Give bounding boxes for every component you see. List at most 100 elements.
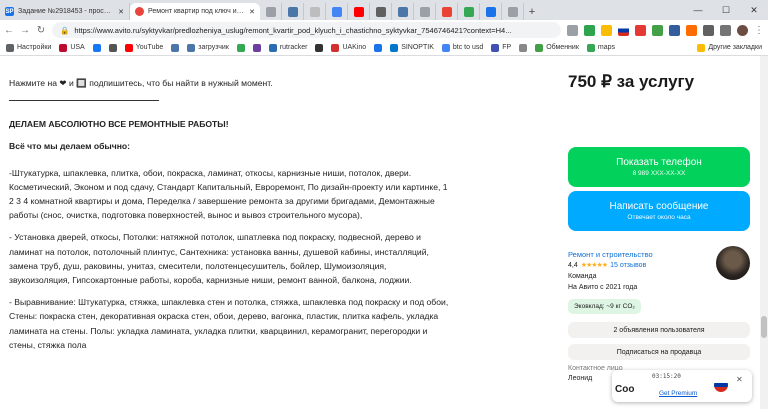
forward-icon[interactable]: →: [20, 25, 30, 36]
bookmark-exchange[interactable]: Обменник: [535, 43, 579, 52]
menu-icon[interactable]: ⋮: [754, 25, 764, 36]
tab-mini[interactable]: [370, 3, 392, 20]
close-tab-icon[interactable]: ✕: [249, 8, 255, 16]
show-phone-button[interactable]: Показать телефон 8 989 XXX-XX-XX: [568, 147, 750, 187]
bookmark-facebook[interactable]: [92, 43, 101, 52]
tab-mini[interactable]: [480, 3, 502, 20]
extension-icon[interactable]: [601, 24, 612, 36]
write-message-button[interactable]: Написать сообщение Отвечает около часа: [568, 191, 750, 231]
price: 750 ₽ за услугу: [568, 72, 695, 91]
puzzle-icon[interactable]: [720, 24, 731, 36]
bookmark-icon: [519, 43, 528, 52]
tab-avito[interactable]: Ремонт квартир под ключ и части ✕: [130, 3, 260, 20]
rutracker-icon: [268, 43, 277, 52]
bookmark-sinoptik[interactable]: SINOPTIK: [390, 43, 434, 52]
description-subheading: Всё что мы делаем обычно:: [9, 141, 131, 152]
bookmark-unnamed[interactable]: [252, 43, 261, 52]
lock-icon: 🔒: [60, 25, 70, 35]
bookmark-vk[interactable]: [171, 43, 180, 52]
avito-favicon-icon: [135, 7, 144, 16]
scrollbar[interactable]: [760, 56, 768, 409]
uakino-icon: [331, 43, 340, 52]
weather-icon: [390, 43, 399, 52]
back-icon[interactable]: ←: [4, 25, 14, 36]
other-bookmarks[interactable]: Другие закладки: [697, 43, 762, 52]
maps-icon: [586, 43, 595, 52]
close-window-button[interactable]: ✕: [740, 5, 768, 16]
tab-mini[interactable]: [436, 3, 458, 20]
exchange-icon: [535, 43, 544, 52]
bookmark-unnamed[interactable]: [108, 43, 117, 52]
close-tab-icon[interactable]: ✕: [118, 8, 124, 16]
extension-icon[interactable]: [567, 24, 578, 36]
extension-icon[interactable]: [686, 24, 697, 36]
ltc-icon[interactable]: [669, 24, 680, 36]
bookmark-unnamed[interactable]: [519, 43, 528, 52]
tab-mini[interactable]: [326, 3, 348, 20]
extension-icon[interactable]: [652, 24, 663, 36]
tab-mini[interactable]: [392, 3, 414, 20]
tab-mini[interactable]: [304, 3, 326, 20]
page-content: Нажмите на ❤ и 🔲 подпишитесь, что бы най…: [0, 56, 768, 409]
bookmark-rutracker[interactable]: rutracker: [268, 43, 308, 52]
bookmark-unnamed[interactable]: [374, 43, 383, 52]
flag-icon[interactable]: [618, 24, 629, 36]
new-tab-button[interactable]: +: [524, 3, 540, 20]
tab-mini[interactable]: [458, 3, 480, 20]
bookmark-uakino[interactable]: UAKino: [331, 43, 366, 52]
bookmark-label: maps: [597, 44, 616, 51]
extension-icon[interactable]: [584, 24, 595, 36]
tab-mini[interactable]: [282, 3, 304, 20]
eco-badge[interactable]: Эковклад: ~9 кг CO₂: [568, 299, 641, 314]
url-field[interactable]: 🔒 https://www.avito.ru/syktyvkar/predloz…: [52, 22, 561, 38]
url-text: https://www.avito.ru/syktyvkar/predlozhe…: [74, 25, 512, 35]
tab-mini[interactable]: [260, 3, 282, 20]
scrollbar-thumb[interactable]: [761, 316, 767, 338]
bookmark-label: Настройки: [17, 44, 52, 51]
extension-icon[interactable]: [635, 24, 646, 36]
bookmark-label: rutracker: [279, 44, 308, 51]
bookmark-loader[interactable]: загрузчик: [187, 43, 229, 52]
close-icon[interactable]: ✕: [736, 375, 743, 384]
minimize-button[interactable]: —: [684, 5, 712, 15]
bookmark-label: Другие закладки: [708, 44, 762, 51]
bookmark-label: SINOPTIK: [401, 44, 434, 51]
divider: [9, 100, 159, 102]
seller-ads-button[interactable]: 2 объявления пользователя: [568, 322, 750, 338]
bookmark-unnamed[interactable]: [236, 43, 245, 52]
rating-value: 4,4: [568, 262, 578, 269]
bookmark-fp[interactable]: FP: [491, 43, 511, 52]
tab-task[interactable]: SP Задание №2918453 - просмотр з ✕: [0, 3, 130, 20]
get-premium-link[interactable]: Get Premium: [659, 390, 697, 397]
bookmark-btc[interactable]: btc to usd: [441, 43, 483, 52]
maximize-button[interactable]: ☐: [712, 5, 740, 16]
bookmark-youtube[interactable]: YouTube: [124, 43, 163, 52]
subscribe-seller-button[interactable]: Подписаться на продавца: [568, 344, 750, 360]
folder-icon: [697, 43, 706, 52]
bookmark-icon: [315, 43, 324, 52]
tab-label: Задание №2918453 - просмотр з: [18, 8, 115, 15]
seller-since: На Авито с 2021 года: [568, 284, 638, 291]
russia-flag-icon[interactable]: [714, 378, 728, 392]
bookmark-unnamed[interactable]: [315, 43, 324, 52]
youtube-icon: [124, 43, 133, 52]
vk-icon: [171, 43, 180, 52]
reload-icon[interactable]: ↻: [36, 25, 46, 36]
response-time: Отвечает около часа: [627, 214, 691, 221]
description-heading: ДЕЛАЕМ АБСОЛЮТНО ВСЕ РЕМОНТНЫЕ РАБОТЫ!: [9, 119, 229, 130]
tab-mini[interactable]: [348, 3, 370, 20]
avatar[interactable]: [716, 246, 750, 280]
window-controls: — ☐ ✕: [684, 0, 768, 20]
bookmark-maps[interactable]: maps: [586, 43, 616, 52]
tab-mini[interactable]: [502, 3, 524, 20]
tab-mini[interactable]: [414, 3, 436, 20]
bookmark-icon: [108, 43, 117, 52]
bookmark-label: Обменник: [546, 44, 579, 51]
gear-icon: [6, 43, 14, 52]
bookmark-usa[interactable]: USA: [59, 43, 85, 52]
bookmark-settings[interactable]: Настройки: [6, 43, 52, 52]
seller-card: Ремонт и строительство 4,4 ★★★★★ 15 отзы…: [568, 246, 750, 314]
extension-icon[interactable]: [703, 24, 714, 36]
profile-icon[interactable]: [737, 24, 748, 36]
reviews-link[interactable]: 15 отзывов: [610, 260, 646, 271]
